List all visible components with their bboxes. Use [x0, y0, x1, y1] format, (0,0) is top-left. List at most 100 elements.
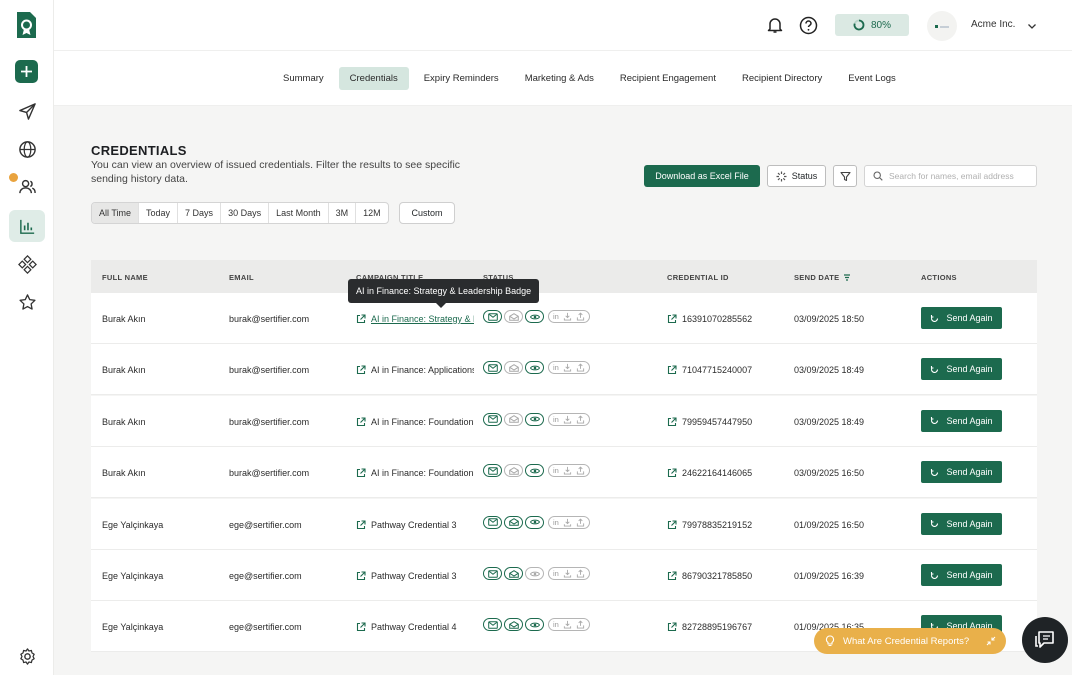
external-link-icon[interactable]: [667, 622, 677, 632]
org-name[interactable]: Acme Inc.: [971, 19, 1015, 30]
range-7-days[interactable]: 7 Days: [178, 203, 222, 223]
credential-id[interactable]: 79978835219152: [667, 520, 752, 530]
credential-id[interactable]: 82728895196767: [667, 622, 752, 632]
external-link-icon[interactable]: [667, 314, 677, 324]
custom-range-button[interactable]: Custom: [399, 202, 455, 224]
send-again-button[interactable]: Send Again: [921, 409, 1002, 432]
campaign-title-text[interactable]: Pathway Credential 3: [371, 571, 457, 581]
external-link-icon[interactable]: [356, 314, 366, 324]
range-today[interactable]: Today: [139, 203, 179, 223]
bell-icon[interactable]: [764, 14, 786, 36]
external-link-icon[interactable]: [356, 468, 366, 478]
gear-icon[interactable]: [9, 640, 45, 672]
credential-id-text[interactable]: 24622164146065: [682, 468, 752, 478]
campaign-title-text[interactable]: AI in Finance: Applications: [371, 365, 474, 375]
range-last-month[interactable]: Last Month: [269, 203, 329, 223]
search-input[interactable]: [889, 171, 1029, 181]
range-3m[interactable]: 3M: [329, 203, 357, 223]
range-all-time[interactable]: All Time: [92, 203, 140, 223]
opened-status: [504, 618, 523, 632]
tab-marketing-ads[interactable]: Marketing & Ads: [514, 67, 605, 90]
campaign-title[interactable]: Pathway Credential 4: [356, 622, 457, 632]
credential-id[interactable]: 71047715240007: [667, 365, 752, 375]
external-link-icon[interactable]: [356, 571, 366, 581]
chevron-down-icon[interactable]: [1027, 18, 1037, 36]
help-icon[interactable]: [797, 14, 819, 36]
send-again-button[interactable]: Send Again: [921, 512, 1002, 535]
send-icon[interactable]: [9, 95, 45, 127]
chat-button[interactable]: [1022, 617, 1068, 663]
share-icon: [576, 312, 584, 321]
range-30-days[interactable]: 30 Days: [221, 203, 270, 223]
column-send-date[interactable]: SEND DATE: [794, 273, 851, 282]
globe-icon[interactable]: [9, 133, 45, 165]
topbar: 80% Acme Inc.: [54, 0, 1072, 51]
send-again-button[interactable]: Send Again: [921, 307, 1002, 329]
campaign-title-text[interactable]: AI in Finance: Foundations: [371, 417, 474, 427]
credential-id-text[interactable]: 79959457447950: [682, 417, 752, 427]
range-12m[interactable]: 12M: [356, 203, 388, 223]
credential-id[interactable]: 79959457447950: [667, 417, 752, 427]
tab-summary[interactable]: Summary: [272, 67, 335, 90]
external-link-icon[interactable]: [356, 520, 366, 530]
send-again-button[interactable]: Send Again: [921, 461, 1002, 484]
credential-id-text[interactable]: 79978835219152: [682, 520, 752, 530]
plus-icon[interactable]: [15, 60, 38, 83]
campaign-title-text[interactable]: AI in Finance: Foundations: [371, 468, 474, 478]
campaign-title[interactable]: Pathway Credential 3: [356, 520, 457, 530]
components-icon[interactable]: [9, 248, 45, 280]
campaign-title[interactable]: Pathway Credential 3: [356, 571, 457, 581]
table-row[interactable]: Burak Akın burak@sertifier.com AI in Finan…: [91, 395, 1037, 447]
campaign-title-text[interactable]: AI in Finance: Strategy & L: [371, 314, 474, 324]
external-link-icon[interactable]: [356, 365, 366, 375]
progress-ring-icon: [853, 19, 865, 31]
credential-id-text[interactable]: 82728895196767: [682, 622, 752, 632]
users-icon[interactable]: [9, 170, 45, 202]
email-opened-icon: [508, 621, 519, 629]
campaign-title[interactable]: AI in Finance: Foundations: [356, 417, 474, 427]
tab-credentials[interactable]: Credentials: [338, 67, 409, 90]
refresh-icon: [931, 417, 939, 425]
credential-id-text[interactable]: 86790321785850: [682, 571, 752, 581]
email-sent-icon: [487, 312, 498, 321]
table-row[interactable]: Ege Yalçinkaya ege@sertifier.com Pathway C…: [91, 498, 1037, 550]
credential-id-text[interactable]: 71047715240007: [682, 365, 752, 375]
credential-reports-help-button[interactable]: What Are Credential Reports?: [814, 628, 1006, 654]
tab-event-logs[interactable]: Event Logs: [837, 67, 907, 90]
logo-icon[interactable]: [14, 10, 39, 40]
download-excel-button[interactable]: Download as Excel File: [644, 165, 760, 187]
campaign-title-text[interactable]: Pathway Credential 3: [371, 520, 457, 530]
credential-id[interactable]: 16391070285562: [667, 314, 752, 324]
credential-id[interactable]: 24622164146065: [667, 468, 752, 478]
send-again-button[interactable]: Send Again: [921, 564, 1002, 586]
tab-expiry-reminders[interactable]: Expiry Reminders: [413, 67, 510, 90]
credential-id[interactable]: 86790321785850: [667, 571, 752, 581]
external-link-icon[interactable]: [356, 417, 366, 427]
credential-id-text[interactable]: 16391070285562: [682, 314, 752, 324]
tab-recipient-directory[interactable]: Recipient Directory: [731, 67, 833, 90]
campaign-title-text[interactable]: Pathway Credential 4: [371, 622, 457, 632]
table-row[interactable]: Ege Yalçinkaya ege@sertifier.com Pathway C…: [91, 550, 1037, 601]
external-link-icon[interactable]: [667, 468, 677, 478]
progress-indicator[interactable]: 80%: [835, 14, 909, 36]
campaign-title[interactable]: AI in Finance: Strategy & L: [356, 314, 474, 324]
star-icon[interactable]: [9, 286, 45, 318]
sort-icon[interactable]: [843, 273, 851, 282]
org-avatar[interactable]: [927, 11, 957, 41]
campaign-title[interactable]: AI in Finance: Foundations: [356, 468, 474, 478]
external-link-icon[interactable]: [667, 520, 677, 530]
tab-recipient-engagement[interactable]: Recipient Engagement: [609, 67, 727, 90]
filter-button[interactable]: [833, 165, 857, 187]
collapse-icon[interactable]: [986, 636, 996, 646]
external-link-icon[interactable]: [667, 571, 677, 581]
table-row[interactable]: Burak Akın burak@sertifier.com AI in Finan…: [91, 293, 1037, 344]
external-link-icon[interactable]: [667, 365, 677, 375]
table-row[interactable]: Burak Akın burak@sertifier.com AI in Finan…: [91, 447, 1037, 499]
chart-icon[interactable]: [9, 210, 45, 242]
external-link-icon[interactable]: [356, 622, 366, 632]
campaign-title[interactable]: AI in Finance: Applications: [356, 365, 474, 375]
external-link-icon[interactable]: [667, 417, 677, 427]
table-row[interactable]: Burak Akın burak@sertifier.com AI in Finan…: [91, 344, 1037, 396]
send-again-button[interactable]: Send Again: [921, 358, 1002, 381]
status-filter-button[interactable]: Status: [767, 165, 826, 187]
